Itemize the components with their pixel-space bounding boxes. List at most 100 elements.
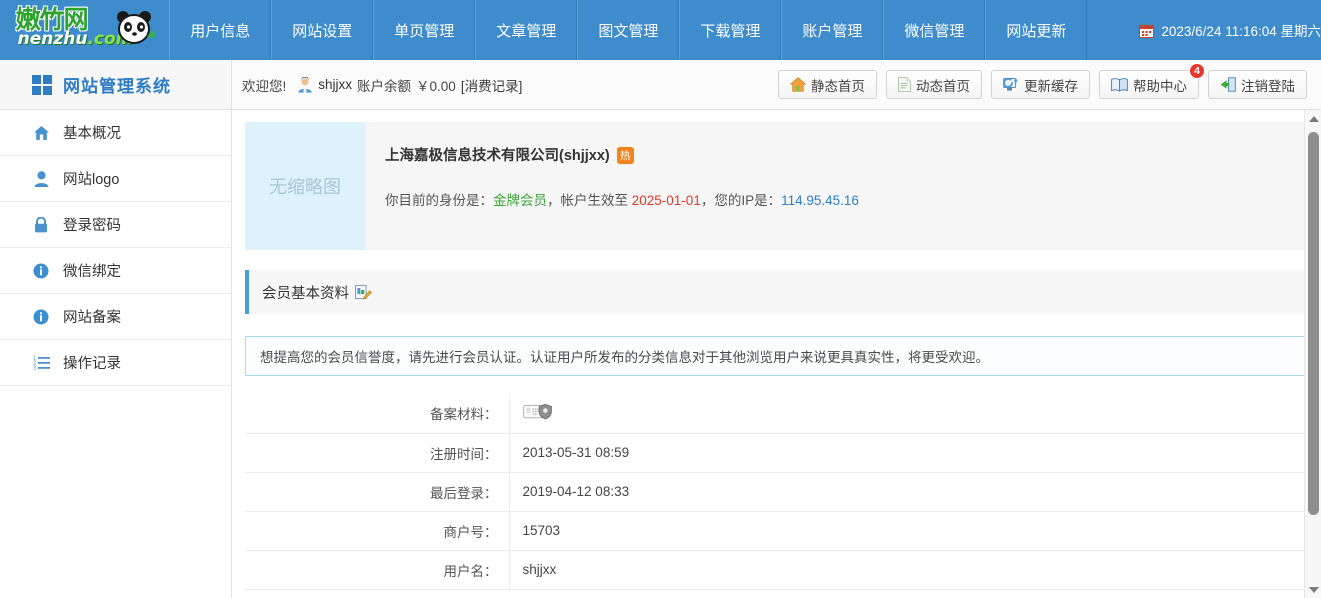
sidebar-item-label: 基本概况 — [63, 122, 121, 143]
row-label: 注册时间： — [245, 433, 509, 472]
help-center-button[interactable]: 帮助中心 4 — [1099, 70, 1199, 99]
account-status-line: 你目前的身份是：金牌会员，帐户生效至 2025-01-01，您的IP是：114.… — [385, 189, 1305, 209]
svg-text:3: 3 — [33, 365, 36, 370]
sidebar-title: 网站管理系统 — [63, 72, 171, 97]
scrollbar-thumb[interactable] — [1308, 132, 1319, 515]
row-value: 2019-04-12 08:33 — [509, 472, 1305, 511]
chevron-down-icon — [1309, 587, 1319, 593]
row-value: shjjxx — [509, 550, 1305, 589]
list-icon: 1 2 3 — [32, 355, 50, 370]
nav-item-single-page[interactable]: 单页管理 — [373, 0, 475, 60]
sidebar-title-bar: 网站管理系统 — [0, 60, 231, 110]
sidebar-item-label: 网站备案 — [63, 306, 121, 327]
identity-label: 你目前的身份是： — [385, 193, 493, 208]
calendar-icon — [1139, 23, 1154, 38]
row-label: 最后登录： — [245, 472, 509, 511]
button-label: 动态首页 — [916, 75, 970, 95]
vertical-scrollbar[interactable] — [1304, 110, 1321, 598]
document-icon — [898, 77, 911, 92]
thumbnail-placeholder: 无缩略图 — [245, 122, 365, 250]
company-name: 上海嘉极信息技术有限公司(shjjxx) — [385, 144, 610, 165]
info-icon — [32, 263, 50, 279]
sidebar-item-label: 操作记录 — [63, 352, 121, 373]
id-card-shield-icon[interactable] — [523, 403, 552, 420]
table-row: 备案材料： — [245, 394, 1305, 433]
nav-item-wechat[interactable]: 微信管理 — [883, 0, 985, 60]
scroll-up-button[interactable] — [1305, 110, 1321, 127]
sidebar-item-wechat-binding[interactable]: 微信绑定 — [0, 248, 231, 294]
nav-item-site-update[interactable]: 网站更新 — [985, 0, 1087, 60]
book-icon — [1111, 78, 1128, 92]
home-icon — [790, 77, 806, 92]
update-cache-button[interactable]: 更新缓存 — [991, 70, 1090, 99]
nav-item-article[interactable]: 文章管理 — [475, 0, 577, 60]
sidebar-item-site-logo[interactable]: 网站logo — [0, 156, 231, 202]
sidebar-item-basic-overview[interactable]: 基本概况 — [0, 110, 231, 156]
company-name-row: 上海嘉极信息技术有限公司(shjjxx) 热 — [385, 144, 1305, 165]
profile-summary-card: 无缩略图 上海嘉极信息技术有限公司(shjjxx) 热 你目前的身份是：金牌会员… — [245, 122, 1305, 250]
user-icon — [32, 171, 50, 187]
sidebar-item-operation-log[interactable]: 1 2 3 操作记录 — [0, 340, 231, 386]
main-menu: 用户信息 网站设置 单页管理 文章管理 图文管理 下载管理 账户管理 微信管理 … — [169, 0, 1087, 60]
button-label: 帮助中心 — [1133, 75, 1187, 95]
verification-notice: 想提高您的会员信誉度，请先进行会员认证。认证用户所发布的分类信息对于其他浏览用户… — [245, 336, 1305, 376]
top-navigation-bar: 嫩竹网 nenzhu.com 用户信息 网站设置 单页管理 文章管理 图文管理 … — [0, 0, 1321, 60]
sidebar-item-site-filing[interactable]: 网站备案 — [0, 294, 231, 340]
info-icon — [32, 309, 50, 325]
welcome-message: 欢迎您! shjjxx 账户余额 ￥0.00 [消费记录] — [242, 75, 522, 95]
nav-item-account[interactable]: 账户管理 — [781, 0, 883, 60]
row-value — [509, 394, 1305, 433]
welcome-username: shjjxx — [318, 77, 352, 92]
main-content: 无缩略图 上海嘉极信息技术有限公司(shjjxx) 热 你目前的身份是：金牌会员… — [232, 110, 1321, 598]
lock-icon — [32, 217, 50, 233]
row-label: 用户名： — [245, 550, 509, 589]
nav-item-site-settings[interactable]: 网站设置 — [271, 0, 373, 60]
expiry-label: ，帐户生效至 — [547, 193, 632, 208]
expiry-value: 2025-01-01 — [632, 193, 701, 208]
grid-icon — [32, 75, 52, 95]
section-header: 会员基本资料 — [245, 270, 1305, 314]
identity-value: 金牌会员 — [493, 193, 547, 208]
static-homepage-button[interactable]: 静态首页 — [778, 70, 877, 99]
row-value: 15703 — [509, 511, 1305, 550]
clock-display: 2023/6/24 11:16:04 星期六 — [1139, 0, 1321, 60]
table-row: 最后登录： 2019-04-12 08:33 — [245, 472, 1305, 511]
user-avatar-icon — [297, 77, 313, 93]
nav-item-user-info[interactable]: 用户信息 — [169, 0, 271, 60]
consumption-records-link[interactable]: [消费记录] — [461, 75, 523, 95]
ip-value: 114.95.45.16 — [781, 193, 859, 208]
scroll-down-button[interactable] — [1305, 581, 1321, 598]
ip-label: ，您的IP是： — [701, 193, 781, 208]
balance-label: 账户余额 — [357, 75, 411, 95]
button-label: 更新缓存 — [1024, 75, 1078, 95]
help-notification-badge: 4 — [1189, 63, 1205, 79]
row-label: 商户号： — [245, 511, 509, 550]
member-info-table: 备案材料： 注册时间： 2013-05-31 08:59 — [245, 394, 1305, 590]
table-row: 用户名： shjjxx — [245, 550, 1305, 589]
button-label: 静态首页 — [811, 75, 865, 95]
site-logo[interactable]: 嫩竹网 nenzhu.com — [0, 0, 169, 60]
sidebar-item-label: 微信绑定 — [63, 260, 121, 281]
nav-item-image-text[interactable]: 图文管理 — [577, 0, 679, 60]
user-toolbar: 欢迎您! shjjxx 账户余额 ￥0.00 [消费记录] 静态首页 — [232, 60, 1321, 110]
panda-icon — [114, 8, 156, 50]
toolbar-buttons: 静态首页 动态首页 更新缓存 — [778, 70, 1307, 99]
row-value: 2013-05-31 08:59 — [509, 433, 1305, 472]
dynamic-homepage-button[interactable]: 动态首页 — [886, 70, 982, 99]
home-icon — [32, 125, 50, 141]
sidebar-item-login-password[interactable]: 登录密码 — [0, 202, 231, 248]
nav-item-download[interactable]: 下载管理 — [679, 0, 781, 60]
logout-button[interactable]: 注销登陆 — [1208, 70, 1307, 99]
monitor-refresh-icon — [1003, 77, 1019, 92]
hot-badge: 热 — [617, 147, 634, 164]
welcome-label: 欢迎您! — [242, 75, 286, 95]
section-title: 会员基本资料 — [262, 282, 349, 303]
chevron-up-icon — [1309, 116, 1319, 122]
edit-report-icon[interactable] — [355, 284, 372, 300]
sidebar: 网站管理系统 基本概况 网站logo 登录密码 微信绑定 网站备案 — [0, 60, 232, 598]
logout-icon — [1220, 77, 1236, 92]
sidebar-item-label: 登录密码 — [63, 214, 121, 235]
table-row: 注册时间： 2013-05-31 08:59 — [245, 433, 1305, 472]
balance-value: ￥0.00 — [416, 75, 456, 95]
row-label: 备案材料： — [245, 394, 509, 433]
